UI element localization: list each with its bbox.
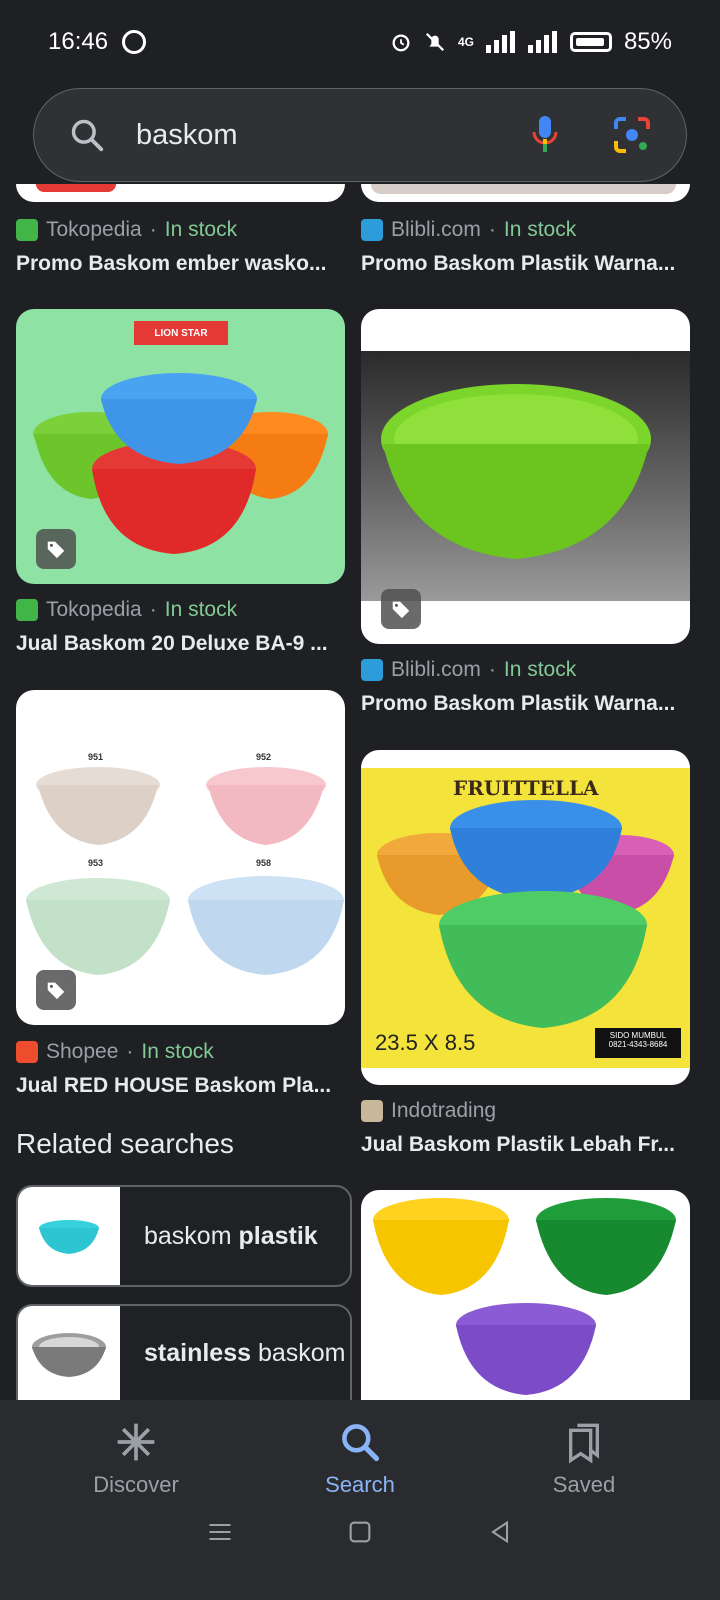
related-thumbnail: [18, 1187, 120, 1285]
whatsapp-icon: [122, 30, 147, 54]
saved-icon: [569, 1423, 599, 1464]
size-text: 23.5 X 8.5: [375, 1030, 476, 1055]
lens-icon[interactable]: [612, 115, 652, 155]
model-label: 953: [88, 858, 104, 868]
result-title-6[interactable]: Jual Baskom Plastik Lebah Fr...: [361, 1133, 681, 1157]
related-searches-heading: Related searches: [16, 1128, 234, 1159]
shopee-icon: [16, 1041, 38, 1063]
nav-discover[interactable]: Discover: [56, 1418, 216, 1498]
result-source-6: Indotrading: [361, 1099, 496, 1123]
nav-search[interactable]: Search: [280, 1418, 440, 1498]
tokopedia-icon: [16, 219, 38, 241]
menu-icon[interactable]: [206, 1518, 234, 1546]
search-icon: [71, 119, 104, 152]
battery-icon: [569, 32, 612, 52]
model-label: 951: [88, 752, 104, 762]
signal-icon-2: [527, 31, 557, 53]
result-source-5: Shopee · In stock: [16, 1040, 214, 1064]
blibli-icon: [361, 219, 383, 241]
related-search-stainless-baskom[interactable]: stainless baskom: [16, 1304, 352, 1400]
signal-icon: [485, 31, 515, 53]
result-title-1[interactable]: Promo Baskom ember wasko...: [16, 252, 336, 276]
battery-level: 85%: [623, 28, 672, 55]
search-input[interactable]: baskom: [136, 119, 238, 152]
result-image-6[interactable]: FRUITTELLA 23.5 X 8.5 SIDO MUMBUL 0821-4…: [361, 750, 690, 1085]
search-icon: [342, 1424, 380, 1462]
result-title-5[interactable]: Jual RED HOUSE Baskom Pla...: [16, 1074, 336, 1098]
result-title-4[interactable]: Promo Baskom Plastik Warna...: [361, 692, 681, 716]
seller-badge: SIDO MUMBUL 0821-4343-8684: [595, 1028, 681, 1058]
result-image-7[interactable]: [361, 1190, 690, 1400]
discover-icon: [117, 1423, 155, 1461]
tokopedia-icon: [16, 599, 38, 621]
back-icon[interactable]: [486, 1518, 514, 1546]
status-icons: 4G 85%: [390, 28, 672, 56]
tag-icon: [36, 970, 76, 1010]
result-image-1[interactable]: [16, 184, 345, 202]
search-bar[interactable]: baskom: [33, 88, 687, 182]
colored-bowls-illustration: [373, 1198, 676, 1395]
indotrading-icon: [361, 1100, 383, 1122]
result-image-5[interactable]: 951 952 953 958: [16, 690, 345, 1025]
home-icon[interactable]: [346, 1518, 374, 1546]
result-image-2[interactable]: [361, 184, 690, 202]
model-label: 952: [256, 752, 272, 762]
blibli-icon: [361, 659, 383, 681]
related-thumbnail: [18, 1306, 120, 1400]
bottom-navigation: Discover Search Saved: [0, 1400, 720, 1600]
result-source-1: Tokopedia · In stock: [16, 218, 237, 242]
nav-saved[interactable]: Saved: [504, 1418, 664, 1498]
result-image-3[interactable]: LION STAR: [16, 309, 345, 584]
result-source-4: Blibli.com · In stock: [361, 658, 576, 682]
tag-icon: [36, 529, 76, 569]
related-search-baskom-plastik[interactable]: baskom plastik: [16, 1185, 352, 1287]
result-source-2: Blibli.com · In stock: [361, 218, 576, 242]
status-bar: 16:46 4G 85%: [0, 0, 720, 84]
status-time: 16:46: [48, 28, 109, 55]
alarm-icon: [392, 34, 410, 52]
mic-icon[interactable]: [530, 114, 560, 156]
result-source-3: Tokopedia · In stock: [16, 598, 237, 622]
result-image-4[interactable]: [361, 309, 690, 644]
model-label: 958: [256, 858, 272, 868]
system-navigation: [0, 1518, 720, 1546]
tag-icon: [381, 589, 421, 629]
network-type: 4G: [457, 35, 474, 49]
mute-icon: [425, 32, 444, 52]
result-title-3[interactable]: Jual Baskom 20 Deluxe BA-9 ...: [16, 632, 336, 656]
result-title-2[interactable]: Promo Baskom Plastik Warna...: [361, 252, 681, 276]
